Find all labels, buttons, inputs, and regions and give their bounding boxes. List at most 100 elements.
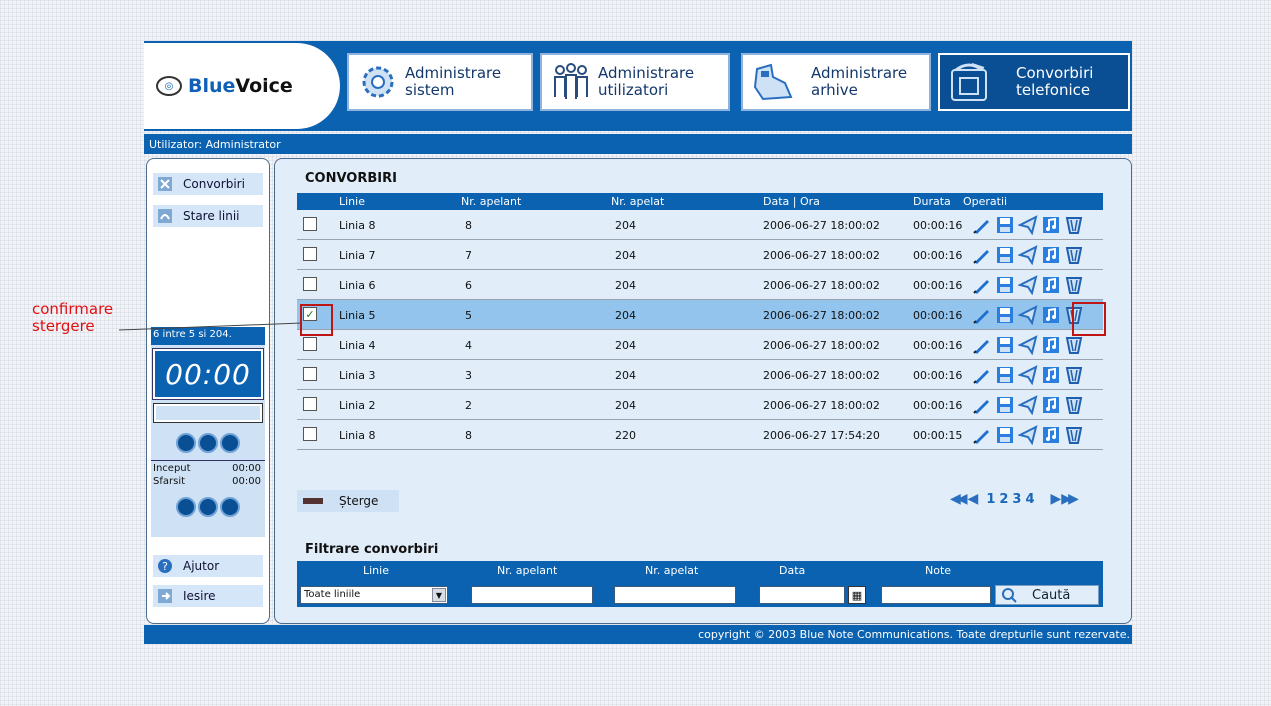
delete-icon[interactable] (1064, 395, 1084, 415)
table-row[interactable]: Linia 8 8 204 2006-06-27 18:00:02 00:00:16 (297, 210, 1103, 240)
send-icon[interactable] (1018, 305, 1038, 325)
col-operatii: Operatii (963, 195, 1008, 208)
row-checkbox[interactable] (303, 247, 317, 261)
sidebar-item-stare-linii[interactable]: Stare linii (153, 205, 263, 227)
chevron-down-icon[interactable]: ▼ (432, 588, 446, 602)
sidebar-item-iesire[interactable]: Iesire (153, 585, 263, 607)
play-icon[interactable] (1041, 305, 1061, 325)
save-icon[interactable] (995, 395, 1015, 415)
send-icon[interactable] (1018, 275, 1038, 295)
row-checkbox[interactable] (303, 397, 317, 411)
delete-icon[interactable] (1064, 365, 1084, 385)
table-row[interactable]: Linia 4 4 204 2006-06-27 18:00:02 00:00:16 (297, 330, 1103, 360)
sidebar-item-ajutor[interactable]: ? Ajutor (153, 555, 263, 577)
bluevoice-logo[interactable]: ◎ BlueVoice (144, 43, 340, 129)
last-page-icon[interactable]: ▶▶ (1061, 491, 1078, 507)
nav-administrare-sistem[interactable]: Administrare sistem (347, 53, 533, 111)
nav-administrare-arhive[interactable]: Administrare arhive (741, 53, 931, 111)
delete-icon[interactable] (1064, 215, 1084, 235)
table-row[interactable]: Linia 7 7 204 2006-06-27 18:00:02 00:00:16 (297, 240, 1103, 270)
play-icon[interactable] (1041, 275, 1061, 295)
edit-icon[interactable] (972, 275, 992, 295)
edit-icon[interactable] (972, 215, 992, 235)
delete-icon[interactable] (1064, 245, 1084, 265)
save-icon[interactable] (995, 215, 1015, 235)
edit-icon[interactable] (972, 335, 992, 355)
row-operations (972, 425, 1084, 445)
play-icon[interactable] (1041, 215, 1061, 235)
page-link[interactable]: 3 (1012, 492, 1021, 507)
player-end-label: Sfarsit (153, 476, 186, 487)
cell-duration: 00:00:15 (913, 429, 963, 442)
play-icon[interactable] (1041, 245, 1061, 265)
prev-page-icon[interactable]: ◀ (968, 491, 979, 507)
annotation-line1: confirmare (32, 300, 114, 318)
row-checkbox[interactable] (303, 427, 317, 441)
first-page-icon[interactable]: ◀◀ (950, 491, 967, 507)
edit-icon[interactable] (972, 245, 992, 265)
play-segment-button[interactable] (176, 497, 196, 517)
send-icon[interactable] (1018, 245, 1038, 265)
nav-administrare-utilizatori[interactable]: Administrare utilizatori (540, 53, 730, 111)
next-page-icon[interactable]: ▶ (1051, 491, 1062, 507)
send-icon[interactable] (1018, 425, 1038, 445)
row-operations (972, 365, 1084, 385)
mark-start-button[interactable] (198, 497, 218, 517)
page-link[interactable]: 4 (1025, 492, 1034, 507)
row-checkbox[interactable] (303, 277, 317, 291)
delete-icon[interactable] (1064, 275, 1084, 295)
edit-icon[interactable] (972, 425, 992, 445)
row-checkbox[interactable] (303, 217, 317, 231)
pause-button[interactable] (198, 433, 218, 453)
mark-end-button[interactable] (220, 497, 240, 517)
table-row[interactable]: Linia 2 2 204 2006-06-27 18:00:02 00:00:16 (297, 390, 1103, 420)
edit-icon[interactable] (972, 395, 992, 415)
play-icon[interactable] (1041, 395, 1061, 415)
rewind-button[interactable] (176, 433, 196, 453)
sidebar: Convorbiri Stare linii 6 intre 5 si 204.… (146, 158, 270, 624)
call-player: 6 intre 5 si 204. 00:00 Inceput 00:00 Sf… (151, 327, 265, 537)
save-icon[interactable] (995, 305, 1015, 325)
called-input[interactable] (614, 586, 736, 604)
cell-datetime: 2006-06-27 18:00:02 (763, 249, 880, 262)
page-link[interactable]: 2 (999, 492, 1008, 507)
player-progress-bar[interactable] (153, 403, 263, 423)
filter-bar: Linie Nr. apelant Nr. apelat Data Note T… (297, 561, 1103, 607)
row-operations (972, 335, 1084, 355)
stop-button[interactable] (220, 433, 240, 453)
save-icon[interactable] (995, 275, 1015, 295)
calendar-icon[interactable]: ▦ (848, 586, 866, 604)
page-link[interactable]: 1 (986, 492, 995, 507)
nav-convorbiri-telefonice[interactable]: Convorbiri telefonice (938, 53, 1130, 111)
table-row[interactable]: Linia 6 6 204 2006-06-27 18:00:02 00:00:16 (297, 270, 1103, 300)
table-row[interactable]: Linia 3 3 204 2006-06-27 18:00:02 00:00:16 (297, 360, 1103, 390)
delete-button[interactable]: Șterge (297, 490, 399, 512)
caller-input[interactable] (471, 586, 593, 604)
send-icon[interactable] (1018, 215, 1038, 235)
edit-icon[interactable] (972, 305, 992, 325)
table-row[interactable]: ✓ Linia 5 5 204 2006-06-27 18:00:02 00:00:16 (297, 300, 1103, 330)
cell-caller: 7 (465, 249, 472, 262)
send-icon[interactable] (1018, 365, 1038, 385)
play-icon[interactable] (1041, 365, 1061, 385)
send-icon[interactable] (1018, 395, 1038, 415)
save-icon[interactable] (995, 365, 1015, 385)
row-checkbox[interactable] (303, 367, 317, 381)
play-icon[interactable] (1041, 335, 1061, 355)
save-icon[interactable] (995, 335, 1015, 355)
send-icon[interactable] (1018, 335, 1038, 355)
table-row[interactable]: Linia 8 8 220 2006-06-27 17:54:20 00:00:15 (297, 420, 1103, 450)
date-input[interactable] (759, 586, 845, 604)
row-checkbox[interactable] (303, 337, 317, 351)
search-button[interactable]: Caută (995, 585, 1099, 605)
sidebar-item-convorbiri[interactable]: Convorbiri (153, 173, 263, 195)
delete-icon[interactable] (1064, 425, 1084, 445)
save-icon[interactable] (995, 245, 1015, 265)
save-icon[interactable] (995, 425, 1015, 445)
delete-icon[interactable] (1064, 335, 1084, 355)
notes-input[interactable] (881, 586, 991, 604)
play-icon[interactable] (1041, 425, 1061, 445)
edit-icon[interactable] (972, 365, 992, 385)
highlight-checkbox (300, 304, 333, 336)
line-select[interactable]: Toate liniile ▼ (300, 586, 448, 604)
